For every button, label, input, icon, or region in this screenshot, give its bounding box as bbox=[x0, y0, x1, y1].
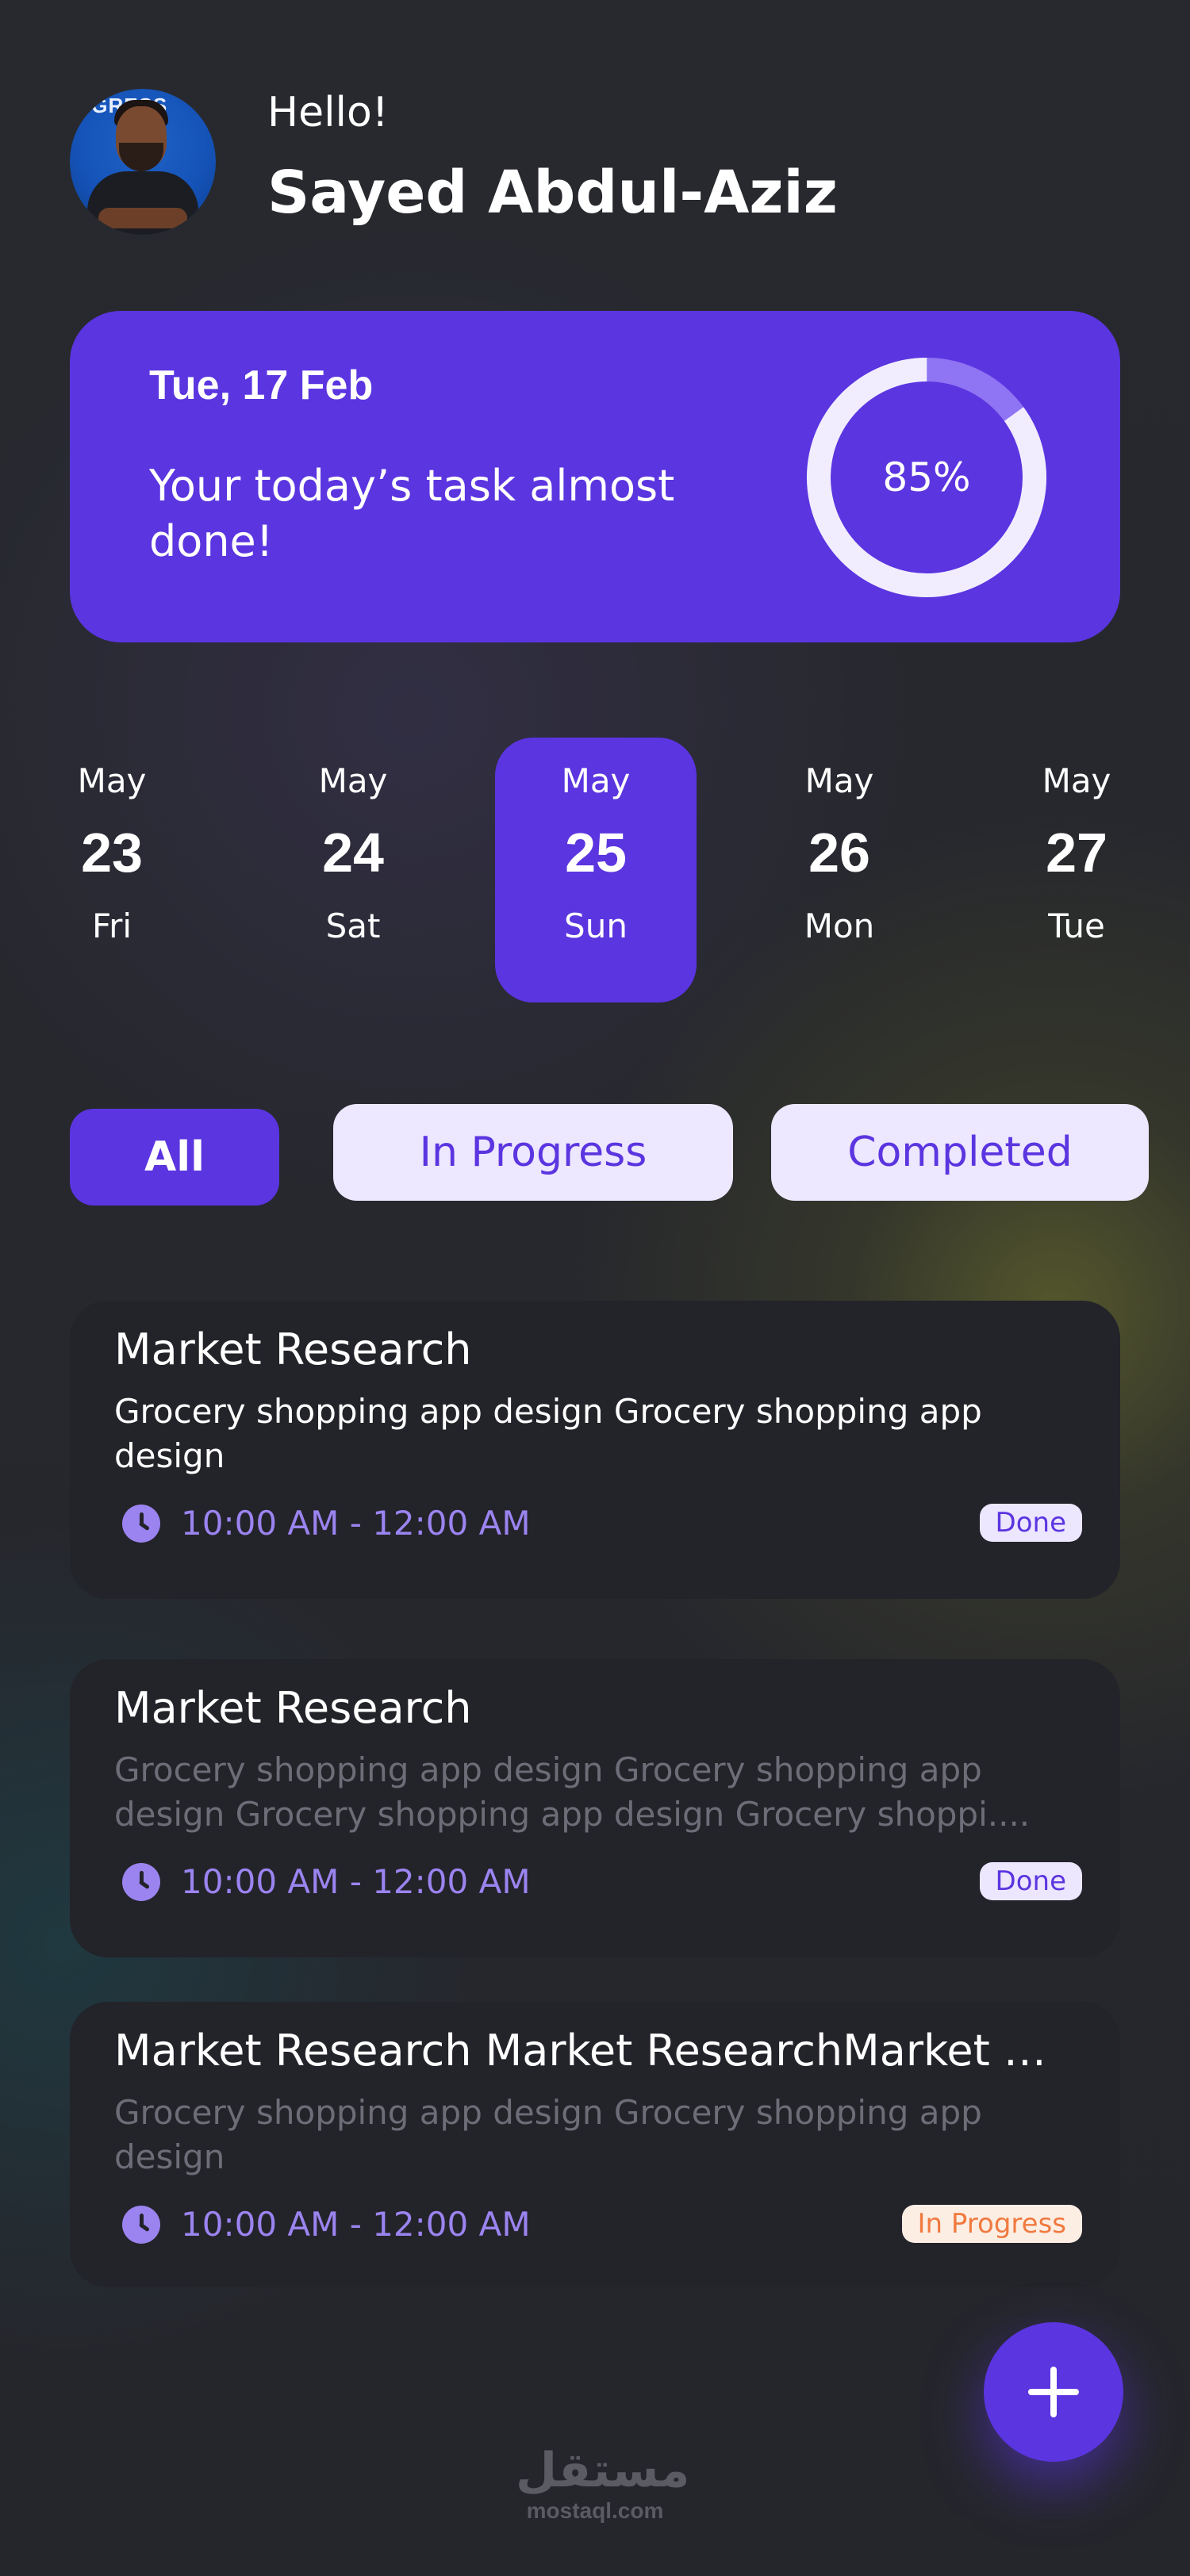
task-description: Grocery shopping app design Grocery shop… bbox=[114, 2093, 982, 2176]
date-day-number: 25 bbox=[565, 822, 627, 884]
date-item-24[interactable]: May 24 Sat bbox=[252, 738, 454, 1002]
date-item-25-selected[interactable]: May 25 Sun bbox=[495, 738, 697, 1002]
date-month: May bbox=[1042, 761, 1111, 800]
task-time-row: 10:00 AM - 12:00 AM bbox=[122, 2205, 531, 2244]
plus-icon-vertical bbox=[1050, 2367, 1057, 2417]
avatar[interactable]: OGRESS bbox=[70, 89, 216, 235]
task-title: Market Research Market ResearchMarket Re… bbox=[114, 2026, 1066, 2076]
task-title: Market Research bbox=[114, 1324, 472, 1374]
task-title: Market Research bbox=[114, 1683, 472, 1733]
task-time-row: 10:00 AM - 12:00 AM bbox=[122, 1862, 531, 1901]
task-card[interactable]: Market Research Grocery shopping app des… bbox=[70, 1659, 1120, 1957]
task-card[interactable]: Market Research Market ResearchMarket Re… bbox=[70, 2002, 1120, 2287]
date-weekday: Mon bbox=[804, 907, 875, 945]
daily-progress-card[interactable]: Tue, 17 Feb Your today’s task almost don… bbox=[70, 311, 1120, 642]
avatar-arms bbox=[98, 208, 187, 228]
avatar-beard bbox=[119, 143, 163, 171]
greeting-text: Hello! bbox=[267, 89, 389, 136]
watermark-logo-latin: mostaql.com bbox=[526, 2498, 664, 2523]
filter-completed-button[interactable]: Completed bbox=[771, 1104, 1149, 1201]
task-description: Grocery shopping app design Grocery shop… bbox=[114, 1392, 982, 1475]
clock-icon bbox=[122, 1862, 160, 1901]
clock-icon bbox=[122, 2205, 160, 2244]
progress-message: Your today’s task almost done! bbox=[149, 461, 675, 566]
date-weekday: Fri bbox=[91, 907, 132, 945]
date-day-number: 27 bbox=[1046, 822, 1107, 884]
progress-percent-label: 85% bbox=[882, 454, 971, 500]
date-month: May bbox=[77, 761, 147, 800]
task-time: 10:00 AM - 12:00 AM bbox=[181, 1504, 531, 1543]
date-weekday: Tue bbox=[1048, 907, 1105, 945]
filter-in-progress-button[interactable]: In Progress bbox=[333, 1104, 733, 1201]
date-day-number: 24 bbox=[322, 822, 384, 884]
date-item-27[interactable]: May 27 Tue bbox=[976, 738, 1177, 1002]
task-card[interactable]: Market Research Grocery shopping app des… bbox=[70, 1301, 1120, 1599]
task-time: 10:00 AM - 12:00 AM bbox=[181, 2205, 531, 2244]
date-weekday: Sun bbox=[564, 907, 628, 945]
date-day-number: 26 bbox=[808, 822, 870, 884]
status-badge: In Progress bbox=[901, 2205, 1082, 2243]
date-month: May bbox=[561, 761, 631, 800]
progress-date: Tue, 17 Feb bbox=[149, 362, 374, 408]
date-weekday: Sat bbox=[325, 907, 381, 945]
task-time-row: 10:00 AM - 12:00 AM bbox=[122, 1504, 531, 1543]
status-badge: Done bbox=[979, 1862, 1082, 1900]
task-description: Grocery shopping app design Grocery shop… bbox=[114, 1750, 1031, 1834]
clock-icon bbox=[122, 1504, 160, 1543]
status-badge: Done bbox=[979, 1504, 1082, 1542]
date-item-23[interactable]: May 23 Fri bbox=[11, 738, 213, 1002]
date-day-number: 23 bbox=[81, 822, 143, 884]
add-task-button[interactable] bbox=[984, 2322, 1123, 2462]
date-month: May bbox=[318, 761, 388, 800]
date-month: May bbox=[804, 761, 874, 800]
watermark-logo-arabic: مستقل bbox=[516, 2443, 690, 2498]
filter-all-button[interactable]: All bbox=[70, 1109, 279, 1206]
user-name: Sayed Abdul-Aziz bbox=[267, 159, 838, 227]
task-time: 10:00 AM - 12:00 AM bbox=[181, 1862, 531, 1901]
date-item-26[interactable]: May 26 Mon bbox=[739, 738, 940, 1002]
